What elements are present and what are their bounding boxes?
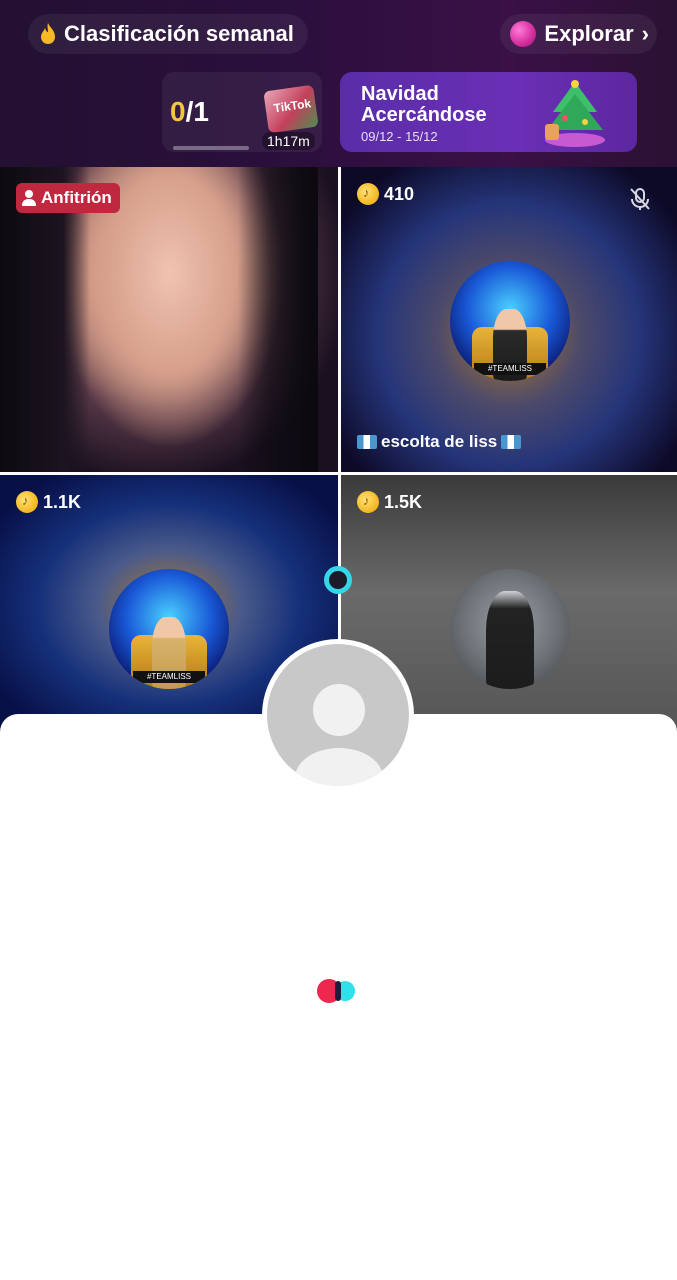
guest-tile[interactable]: 410 #TEAMLISS escolta de liss <box>341 167 677 472</box>
guatemala-flag-icon <box>501 435 522 449</box>
gift-image: TikTok <box>263 84 319 134</box>
connection-ring-icon <box>324 566 352 594</box>
chevron-right-icon: › <box>641 21 649 46</box>
coin-count: 1.5K <box>357 491 422 513</box>
gift-timer: 1h17m <box>262 132 315 150</box>
flame-icon <box>41 23 55 44</box>
coin-icon <box>16 491 38 513</box>
host-badge-label: Anfitrión <box>41 188 112 207</box>
coin-count: 1.1K <box>16 491 81 513</box>
coin-value: 1.1K <box>43 491 82 512</box>
event-title: Navidad Acercándose <box>361 83 487 126</box>
coin-value: 410 <box>384 183 415 204</box>
weekly-ranking-button[interactable]: Clasificación semanal <box>28 14 308 54</box>
gift-progress-bar <box>173 146 249 150</box>
coin-icon <box>357 491 379 513</box>
christmas-tree-icon <box>545 80 605 147</box>
guest-avatar[interactable]: #TEAMLISS <box>450 261 570 381</box>
host-video-tile[interactable]: Anfitrión <box>0 167 338 472</box>
explore-button[interactable]: Explorar › <box>500 14 657 54</box>
loading-spinner <box>317 979 359 1003</box>
explore-label: Explorar <box>544 21 634 46</box>
profile-avatar[interactable] <box>262 639 414 791</box>
guest-name: escolta de liss <box>357 432 522 452</box>
default-avatar-icon <box>267 644 409 786</box>
host-badge: Anfitrión <box>16 183 120 213</box>
event-banner[interactable]: Navidad Acercándose 09/12 - 15/12 <box>340 72 637 152</box>
guest-avatar[interactable] <box>450 569 570 689</box>
gift-progress-card[interactable]: 0/1 TikTok 1h17m <box>162 72 322 152</box>
guest-avatar[interactable]: #TEAMLISS <box>109 569 229 689</box>
coin-icon <box>357 183 379 205</box>
coin-value: 1.5K <box>384 491 423 512</box>
explore-gem-icon <box>510 21 537 47</box>
top-bar: Clasificación semanal Explorar › 0/1 Tik… <box>0 0 677 167</box>
coin-count: 410 <box>357 183 414 205</box>
mic-muted-icon <box>630 188 650 210</box>
guatemala-flag-icon <box>357 435 377 449</box>
person-icon <box>22 190 36 206</box>
event-dates: 09/12 - 15/12 <box>361 129 438 144</box>
gift-progress-count: 0/1 <box>170 96 209 127</box>
weekly-ranking-label: Clasificación semanal <box>64 21 294 46</box>
